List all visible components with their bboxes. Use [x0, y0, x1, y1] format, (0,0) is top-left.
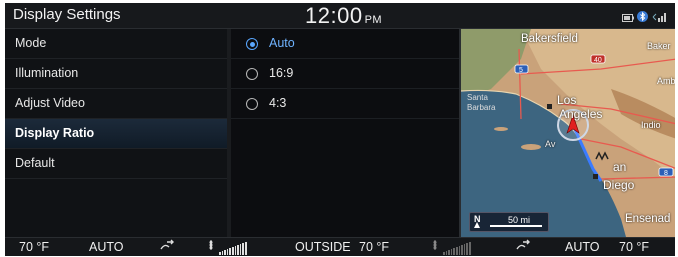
map-label-diego: Diego — [603, 178, 635, 192]
clock-time: 12:00 — [305, 3, 363, 28]
status-bar: Display Settings 12:00 PM — [5, 3, 675, 29]
menu-item-default[interactable]: Default — [5, 149, 227, 179]
passenger-climate-mode[interactable]: AUTO — [565, 240, 600, 254]
navigation-map[interactable]: Bakersfield Baker Amb Santa Barbara Los … — [459, 29, 675, 237]
radio-unselected-icon[interactable] — [246, 68, 258, 80]
map-label-barbara: Barbara — [467, 103, 496, 112]
menu-item-adjust-video[interactable]: Adjust Video — [5, 89, 227, 119]
map-label-indio: Indio — [641, 120, 661, 130]
map-scale: N 50 mi — [469, 212, 549, 232]
highway-shield-5: 5 — [519, 67, 523, 74]
battery-icon — [622, 9, 634, 27]
outside-temp-label: OUTSIDE — [295, 240, 351, 254]
radio-selected-icon[interactable] — [246, 38, 258, 50]
highway-shield-40: 40 — [594, 57, 602, 64]
display-settings-screen: Display Settings 12:00 PM Mode Illuminati… — [5, 3, 675, 256]
menu-item-label: Mode — [15, 36, 47, 50]
north-arrow-icon — [474, 222, 480, 228]
passenger-temperature[interactable]: 70 °F — [619, 240, 649, 254]
option-auto[interactable]: Auto — [231, 29, 459, 59]
menu-item-display-ratio[interactable]: Display Ratio — [5, 119, 227, 149]
fan-icon — [205, 239, 217, 254]
option-4-3[interactable]: 4:3 — [231, 89, 459, 119]
map-label-avalon: Av — [545, 139, 556, 149]
display-ratio-options: Auto 16:9 4:3 — [231, 29, 459, 237]
map-label-los: Los — [557, 93, 577, 107]
map-label-amb: Amb — [657, 76, 675, 86]
radio-unselected-icon[interactable] — [246, 98, 258, 110]
map-label-bakersfield: Bakersfield — [521, 33, 578, 45]
menu-item-label: Illumination — [15, 66, 79, 80]
passenger-fan-speed-indicator[interactable] — [443, 242, 471, 255]
outside-temperature: 70 °F — [359, 240, 390, 254]
map-label-san: an — [613, 160, 627, 174]
page-title: Display Settings — [13, 6, 121, 23]
driver-climate-mode[interactable]: AUTO — [89, 240, 124, 254]
driver-temperature[interactable]: 70 °F — [19, 240, 49, 254]
airflow-icon[interactable] — [159, 239, 175, 256]
menu-item-label: Display Ratio — [15, 126, 95, 140]
option-label: 16:9 — [269, 66, 294, 80]
highway-shield-8: 8 — [664, 170, 668, 177]
menu-item-label: Adjust Video — [15, 96, 85, 110]
airflow-icon[interactable] — [515, 239, 531, 256]
menu-item-label: Default — [15, 156, 55, 170]
bluetooth-icon — [637, 9, 648, 27]
map-graphic — [461, 29, 675, 237]
menu-item-mode[interactable]: Mode — [5, 29, 227, 59]
map-label-baker: Baker — [647, 41, 671, 51]
climate-bar: 70 °F AUTO OUTSIDE 70 °F AUTO 70 °F — [5, 237, 675, 256]
fan-icon — [429, 239, 441, 254]
settings-menu: Mode Illumination Adjust Video Display R… — [5, 29, 227, 237]
fan-speed-indicator[interactable] — [219, 242, 247, 255]
signal-icon — [651, 9, 667, 27]
map-label-santa: Santa — [467, 93, 488, 102]
option-label: Auto — [269, 36, 295, 50]
scale-bar — [490, 225, 542, 227]
clock[interactable]: 12:00 PM — [305, 3, 382, 29]
menu-item-illumination[interactable]: Illumination — [5, 59, 227, 89]
system-status-icons — [622, 9, 667, 27]
option-label: 4:3 — [269, 96, 287, 110]
map-label-angeles: Angeles — [559, 107, 603, 121]
clock-ampm: PM — [364, 14, 383, 26]
map-label-ensenada: Ensenad — [625, 213, 671, 225]
option-16-9[interactable]: 16:9 — [231, 59, 459, 89]
scale-distance: 50 mi — [508, 215, 531, 225]
